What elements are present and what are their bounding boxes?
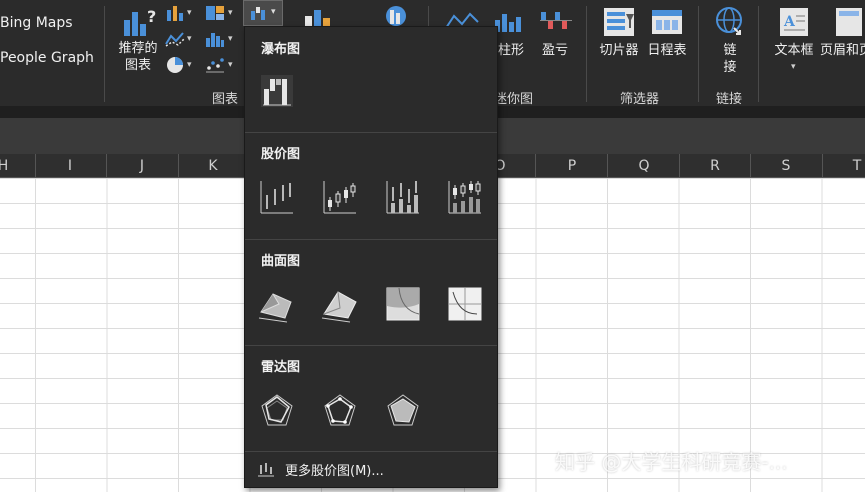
column-header-k[interactable]: K: [203, 158, 223, 174]
ribbon-separator: [586, 6, 587, 102]
waterfall-chart-icon: [251, 7, 265, 20]
slicer-icon[interactable]: [602, 6, 636, 38]
3d-map-icon[interactable]: [380, 4, 412, 28]
column-divider: [35, 154, 36, 178]
chevron-down-icon[interactable]: ▾: [228, 8, 233, 18]
stock-ohlc-option[interactable]: [320, 177, 360, 217]
column-divider: [822, 154, 823, 178]
radar-filled-option[interactable]: [383, 391, 423, 431]
surface-3d-option[interactable]: [257, 284, 297, 324]
recommended-charts-label-1: 推荐的: [118, 41, 158, 56]
radar-markers-option[interactable]: [320, 391, 360, 431]
recommended-charts-button[interactable]: 推荐的 图表: [116, 40, 160, 74]
watermark: 知乎 @大学生科研竞赛-...: [555, 450, 788, 474]
surface-contour-option[interactable]: [383, 284, 423, 324]
filters-group-label: 筛选器: [620, 92, 660, 107]
surface-wireframe-contour-option[interactable]: [445, 284, 485, 324]
ribbon-separator: [104, 6, 105, 102]
link-label-1: 链: [723, 43, 737, 58]
ribbon-separator: [758, 6, 759, 102]
column-header-j[interactable]: J: [132, 158, 152, 174]
line-chart-icon[interactable]: [164, 30, 186, 48]
header-footer-button[interactable]: 页眉和页: [820, 42, 865, 59]
more-stock-charts-link[interactable]: 更多股价图(M)...: [257, 459, 384, 479]
column-header-h[interactable]: H: [0, 158, 10, 174]
section-title-stock: 股价图: [261, 147, 301, 162]
timeline-button[interactable]: 日程表: [644, 42, 690, 59]
stock-vohlc-option[interactable]: [445, 177, 485, 217]
stock-hlc-option[interactable]: [257, 177, 297, 217]
column-divider: [178, 154, 179, 178]
statistic-chart-icon[interactable]: [204, 30, 226, 48]
column-header-r[interactable]: R: [705, 158, 725, 174]
svg-text:?: ?: [147, 7, 156, 26]
sparkline-winloss-button[interactable]: 盈亏: [538, 42, 572, 59]
section-divider: [245, 345, 497, 346]
column-divider: [679, 154, 680, 178]
column-divider: [535, 154, 536, 178]
recommended-charts-label-2: 图表: [124, 58, 151, 73]
section-divider: [245, 239, 497, 240]
pie-chart-icon[interactable]: [164, 56, 186, 74]
chevron-down-icon[interactable]: ▾: [187, 34, 192, 44]
column-divider: [607, 154, 608, 178]
link-label-2: 接: [723, 60, 737, 75]
more-stock-charts-label: 更多股价图(M)...: [285, 463, 384, 479]
sparkline-column-button[interactable]: 柱形: [494, 42, 528, 59]
link-icon[interactable]: [712, 6, 746, 38]
waterfall-stock-chart-button[interactable]: ▾: [243, 0, 283, 26]
scatter-chart-icon[interactable]: [204, 56, 226, 74]
column-divider: [106, 154, 107, 178]
stock-chart-small-icon: [258, 463, 274, 477]
chevron-down-icon[interactable]: ▾: [187, 60, 192, 70]
slicer-button[interactable]: 切片器: [596, 42, 642, 59]
textbox-icon[interactable]: A: [778, 6, 810, 38]
textbox-button[interactable]: 文本框: [772, 42, 816, 59]
svg-text:A: A: [783, 14, 796, 30]
people-graph-button[interactable]: People Graph: [0, 50, 94, 66]
chevron-down-icon[interactable]: ▾: [228, 60, 233, 70]
chevron-down-icon: ▾: [271, 7, 276, 17]
recommended-charts-icon: ?: [124, 7, 156, 36]
radar-option[interactable]: [257, 391, 297, 431]
surface-wireframe-3d-option[interactable]: [320, 284, 360, 324]
chevron-down-icon[interactable]: ▾: [791, 62, 796, 72]
column-header-s[interactable]: S: [776, 158, 796, 174]
hierarchy-chart-icon[interactable]: [204, 4, 226, 22]
chart-type-dropdown: 瀑布图 股价图 曲面图 雷达图 更多股价图(M)...: [244, 26, 498, 488]
sparkline-winloss-icon[interactable]: [538, 8, 574, 34]
column-header-p[interactable]: P: [562, 158, 582, 174]
chevron-down-icon[interactable]: ▾: [228, 34, 233, 44]
ribbon-separator: [698, 6, 699, 102]
section-title-radar: 雷达图: [261, 360, 301, 375]
column-header-q[interactable]: Q: [634, 158, 654, 174]
link-button[interactable]: 链 接: [716, 42, 744, 76]
section-divider: [245, 451, 497, 452]
timeline-icon[interactable]: [650, 6, 684, 38]
charts-group-label: 图表: [212, 92, 239, 107]
waterfall-chart-option[interactable]: [257, 71, 297, 111]
bing-maps-button[interactable]: Bing Maps: [0, 15, 73, 31]
column-header-t[interactable]: T: [847, 158, 865, 174]
section-title-waterfall: 瀑布图: [261, 42, 301, 57]
chevron-down-icon[interactable]: ▾: [187, 8, 192, 18]
column-divider: [750, 154, 751, 178]
section-divider: [245, 132, 497, 133]
section-title-surface: 曲面图: [261, 254, 301, 269]
header-footer-icon[interactable]: [834, 6, 864, 38]
stock-vhlc-option[interactable]: [383, 177, 423, 217]
column-chart-icon[interactable]: [164, 4, 186, 22]
column-header-i[interactable]: I: [60, 158, 80, 174]
links-group-label: 链接: [716, 92, 743, 107]
sparklines-group-label: 迷你图: [494, 92, 534, 107]
